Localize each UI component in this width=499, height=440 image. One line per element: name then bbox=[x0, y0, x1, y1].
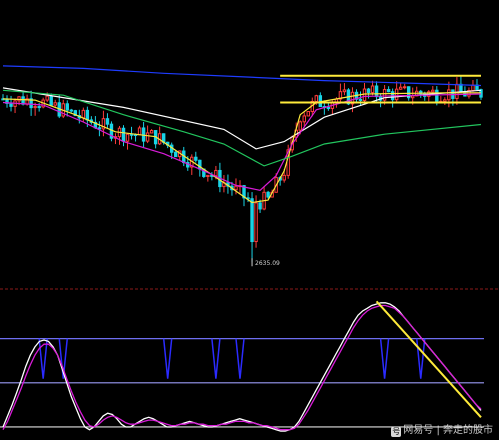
candle-down bbox=[37, 106, 41, 109]
candle-up bbox=[302, 115, 306, 123]
candle-up bbox=[471, 84, 475, 92]
candle-up bbox=[137, 127, 142, 136]
candle-up bbox=[214, 169, 218, 177]
candle-down bbox=[358, 98, 363, 102]
candle-down bbox=[85, 109, 90, 121]
candle-up bbox=[431, 89, 435, 93]
candle-down bbox=[49, 95, 53, 106]
candle-up bbox=[443, 99, 447, 102]
candle-down bbox=[65, 103, 69, 111]
candle-up bbox=[81, 109, 86, 119]
candle-down bbox=[174, 151, 178, 158]
candle-down bbox=[69, 109, 73, 112]
candle-down bbox=[258, 202, 262, 210]
indicator-spike-6 bbox=[416, 338, 426, 379]
indicator-spike-2 bbox=[162, 338, 173, 379]
candle-down bbox=[9, 102, 13, 107]
candle-up bbox=[17, 96, 21, 102]
candle-up bbox=[234, 185, 238, 191]
candle-down bbox=[266, 191, 270, 198]
candle-up bbox=[254, 202, 258, 243]
indicator-spike-4 bbox=[235, 338, 245, 379]
indicator-spike-5 bbox=[379, 338, 390, 379]
indicator-series-1 bbox=[2, 304, 482, 431]
candle-down bbox=[435, 89, 439, 102]
candle-down bbox=[21, 96, 25, 105]
candle-up bbox=[206, 174, 210, 177]
candle-down bbox=[386, 89, 391, 93]
candle-up bbox=[370, 85, 375, 93]
candle-up bbox=[402, 86, 407, 89]
candle-up bbox=[145, 132, 150, 142]
stock-chart: 2635.09 bbox=[0, 0, 499, 440]
indicator-trend-line bbox=[375, 300, 482, 418]
candle-down bbox=[374, 85, 379, 98]
candle-up bbox=[394, 88, 399, 101]
candle-up bbox=[149, 130, 154, 134]
candle-down bbox=[194, 156, 198, 161]
watermark: 号网易号 | 奔走的股市 bbox=[391, 421, 493, 437]
candle-down bbox=[97, 127, 102, 130]
candle-down bbox=[105, 118, 110, 125]
candle-down bbox=[366, 88, 371, 93]
candle-up bbox=[455, 83, 459, 99]
candle-up bbox=[362, 88, 367, 102]
candle-up bbox=[298, 121, 302, 131]
indicator-spike-3 bbox=[211, 338, 221, 379]
candle-up bbox=[342, 89, 347, 93]
moving-average-line-2 bbox=[2, 93, 482, 191]
candle-up bbox=[53, 102, 57, 106]
candle-up bbox=[314, 95, 319, 102]
indicator-series-0 bbox=[2, 302, 482, 432]
candle-up bbox=[282, 174, 286, 181]
candle-up bbox=[125, 133, 130, 142]
low-price-label: 2635.09 bbox=[255, 260, 280, 267]
chart-canvas: 2635.09 bbox=[0, 65, 499, 432]
candle-up bbox=[398, 86, 403, 90]
candle-up bbox=[306, 111, 310, 117]
watermark-text: 网易号 | 奔走的股市 bbox=[403, 425, 493, 436]
candle-down bbox=[250, 198, 254, 243]
candle-up bbox=[33, 106, 37, 109]
candle-down bbox=[121, 127, 126, 142]
candle-up bbox=[45, 95, 49, 101]
candle-down bbox=[326, 106, 331, 109]
netease-logo-icon: 号 bbox=[391, 427, 402, 437]
